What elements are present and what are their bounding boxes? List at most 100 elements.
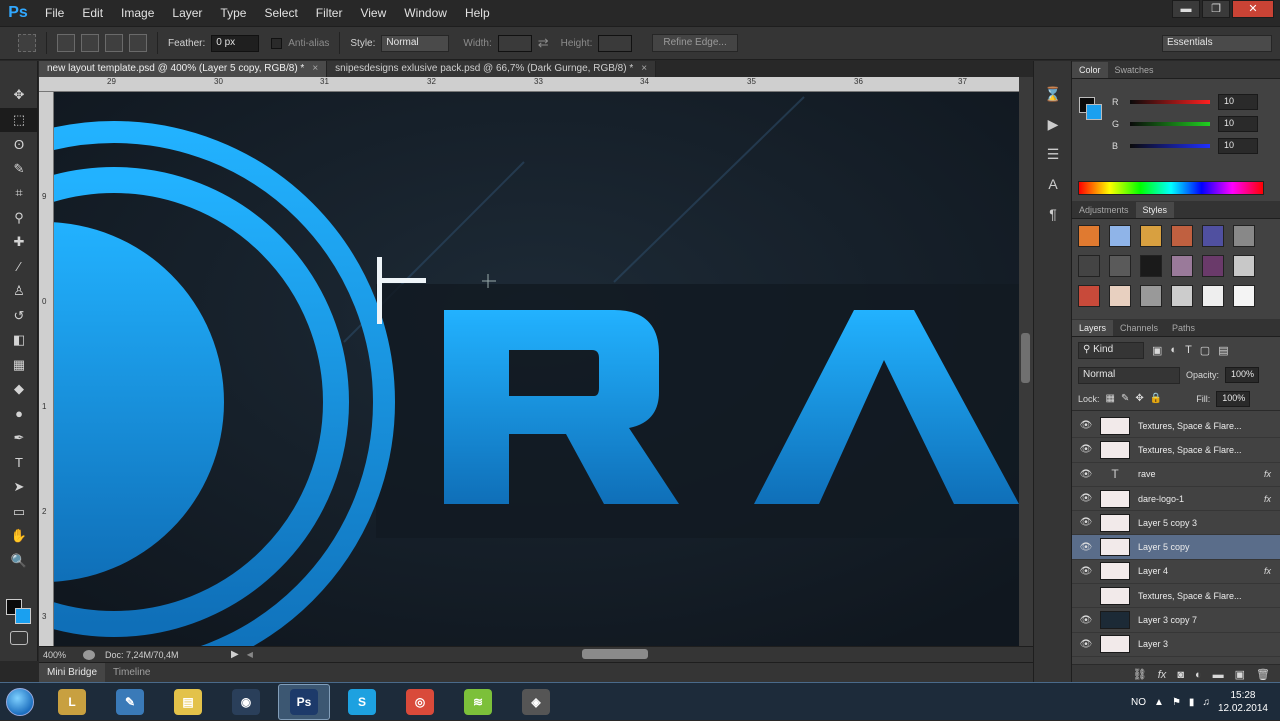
refine-edge-button[interactable]: Refine Edge... (652, 34, 738, 52)
pen-tool[interactable]: ✒ (0, 426, 38, 451)
add-mask-icon[interactable]: ◙ (1177, 669, 1184, 681)
blur-tool[interactable]: ◆ (0, 377, 38, 402)
history-icon[interactable]: ⌛ (1034, 79, 1072, 109)
fill-input[interactable]: 100% (1216, 390, 1251, 407)
layer-name[interactable]: Layer 4 (1138, 566, 1264, 576)
add-style-icon[interactable]: fx (1158, 669, 1167, 681)
layer-row[interactable]: 👁 Layer 4 fx (1072, 559, 1280, 585)
filter-smart-icon[interactable]: ▤ (1218, 344, 1228, 357)
close-button[interactable]: ✕ (1232, 0, 1274, 18)
style-select[interactable]: Normal (381, 34, 450, 52)
red-value[interactable]: 10 (1218, 94, 1258, 110)
close-tab-icon[interactable]: × (641, 63, 647, 74)
layer-row[interactable]: 👁 Textures, Space & Flare... (1072, 438, 1280, 463)
style-swatch[interactable] (1202, 255, 1224, 277)
filter-adjustment-icon[interactable]: ◐ (1170, 344, 1177, 356)
visibility-eye-icon[interactable]: 👁 (1072, 639, 1100, 650)
layer-row[interactable]: 👁 Layer 5 copy 3 (1072, 511, 1280, 536)
taskbar-app-photoshop[interactable]: Ps (278, 683, 330, 720)
properties-icon[interactable]: ☰ (1034, 139, 1072, 169)
new-group-icon[interactable]: ▬ (1213, 669, 1224, 681)
menu-filter[interactable]: Filter (307, 6, 352, 20)
lock-all-icon[interactable]: 🔒 (1150, 393, 1162, 404)
filter-shape-icon[interactable]: ▢ (1200, 344, 1210, 357)
lock-position-icon[interactable]: ✥ (1135, 393, 1143, 404)
layer-name[interactable]: rave (1138, 469, 1264, 479)
marquee-tool[interactable]: ⬚ (0, 107, 38, 132)
tab-paths[interactable]: Paths (1165, 320, 1202, 336)
eraser-tool[interactable]: ◧ (0, 328, 38, 353)
layer-name[interactable]: dare-logo-1 (1138, 494, 1264, 504)
visibility-eye-icon[interactable]: 👁 (1072, 420, 1100, 431)
layer-fx-icon[interactable]: fx (1264, 469, 1280, 479)
taskbar-app-spotify[interactable]: ≋ (452, 684, 504, 720)
quick-mask-icon[interactable] (10, 631, 28, 645)
layer-row[interactable]: 👁 Layer 5 copy (1072, 535, 1280, 560)
tab-timeline[interactable]: Timeline (105, 667, 158, 678)
vertical-scroll-thumb[interactable] (1021, 333, 1030, 383)
layer-row[interactable]: 👁 dare-logo-1 fx (1072, 486, 1280, 512)
tab-snipesdesigns-pack[interactable]: snipesdesigns exlusive pack.psd @ 66,7% … (327, 61, 657, 77)
new-layer-icon[interactable]: ▣ (1235, 668, 1245, 681)
layer-fx-icon[interactable]: fx (1264, 494, 1280, 504)
style-swatch[interactable] (1109, 225, 1131, 247)
layer-name[interactable]: Textures, Space & Flare... (1138, 445, 1264, 455)
blue-value[interactable]: 10 (1218, 138, 1258, 154)
status-info-icon[interactable] (83, 649, 95, 660)
visibility-eye-icon[interactable]: 👁 (1072, 469, 1100, 480)
minimize-button[interactable]: ▬ (1172, 0, 1200, 18)
shape-tool[interactable]: ▭ (0, 500, 38, 525)
layer-row[interactable]: 👁 Layer 3 (1072, 632, 1280, 657)
horizontal-scroll-thumb[interactable] (582, 649, 648, 659)
visibility-eye-icon[interactable]: 👁 (1072, 566, 1100, 577)
intersect-selection-icon[interactable] (129, 34, 147, 52)
delete-layer-icon[interactable]: 🗑 (1256, 668, 1270, 681)
blend-mode-select[interactable]: Normal (1078, 366, 1180, 384)
menu-edit[interactable]: Edit (73, 6, 112, 20)
start-button[interactable] (0, 684, 40, 720)
swap-icon[interactable]: ⇄ (538, 35, 549, 51)
flag-icon[interactable]: ⚑ (1172, 697, 1181, 708)
marquee-preset-icon[interactable] (18, 34, 36, 52)
menu-window[interactable]: Window (395, 6, 456, 20)
tab-channels[interactable]: Channels (1113, 320, 1165, 336)
visibility-eye-icon[interactable]: 👁 (1072, 517, 1100, 528)
menu-file[interactable]: File (36, 6, 73, 20)
tab-swatches[interactable]: Swatches (1108, 62, 1161, 78)
style-swatch[interactable] (1078, 285, 1100, 307)
antialias-checkbox[interactable] (271, 37, 283, 49)
filter-type-icon[interactable]: T (1185, 344, 1192, 356)
brush-tool[interactable]: ∕ (0, 255, 38, 280)
menu-select[interactable]: Select (255, 6, 306, 20)
style-swatch[interactable] (1171, 225, 1193, 247)
eyedropper-tool[interactable]: ⚲ (0, 206, 38, 231)
subtract-selection-icon[interactable] (105, 34, 123, 52)
crop-tool[interactable]: ⌗ (0, 181, 38, 206)
tab-layers[interactable]: Layers (1072, 320, 1114, 336)
network-icon[interactable]: ▮ (1189, 697, 1195, 708)
move-tool[interactable]: ✥ (0, 83, 38, 108)
layer-name[interactable]: Layer 5 copy (1138, 542, 1264, 552)
lock-transparent-icon[interactable]: ▦ (1106, 393, 1115, 404)
gradient-tool[interactable]: ▦ (0, 353, 38, 378)
actions-icon[interactable]: ▶ (1034, 109, 1072, 139)
taskbar-app-league-of-legends[interactable]: L (46, 684, 98, 720)
layer-row[interactable]: 👁 Trave fx (1072, 462, 1280, 487)
clock[interactable]: 15:28 12.02.2014 (1218, 689, 1268, 715)
red-slider[interactable] (1130, 100, 1210, 104)
visibility-eye-icon[interactable]: 👁 (1072, 615, 1100, 626)
style-swatch[interactable] (1078, 225, 1100, 247)
layer-name[interactable]: Layer 3 copy 7 (1138, 615, 1264, 625)
style-swatch[interactable] (1140, 225, 1162, 247)
layer-name[interactable]: Layer 5 copy 3 (1138, 518, 1264, 528)
tab-mini-bridge[interactable]: Mini Bridge (39, 662, 106, 683)
tab-styles[interactable]: Styles (1135, 202, 1175, 218)
menu-type[interactable]: Type (211, 6, 255, 20)
style-swatch[interactable] (1202, 285, 1224, 307)
new-adjustment-icon[interactable]: ◐ (1195, 669, 1202, 681)
volume-icon[interactable]: ♫ (1202, 697, 1210, 708)
style-swatch[interactable] (1078, 255, 1100, 277)
type-tool[interactable]: T (0, 451, 38, 476)
document-canvas[interactable] (54, 92, 1019, 646)
lock-image-icon[interactable]: ✎ (1121, 393, 1129, 404)
